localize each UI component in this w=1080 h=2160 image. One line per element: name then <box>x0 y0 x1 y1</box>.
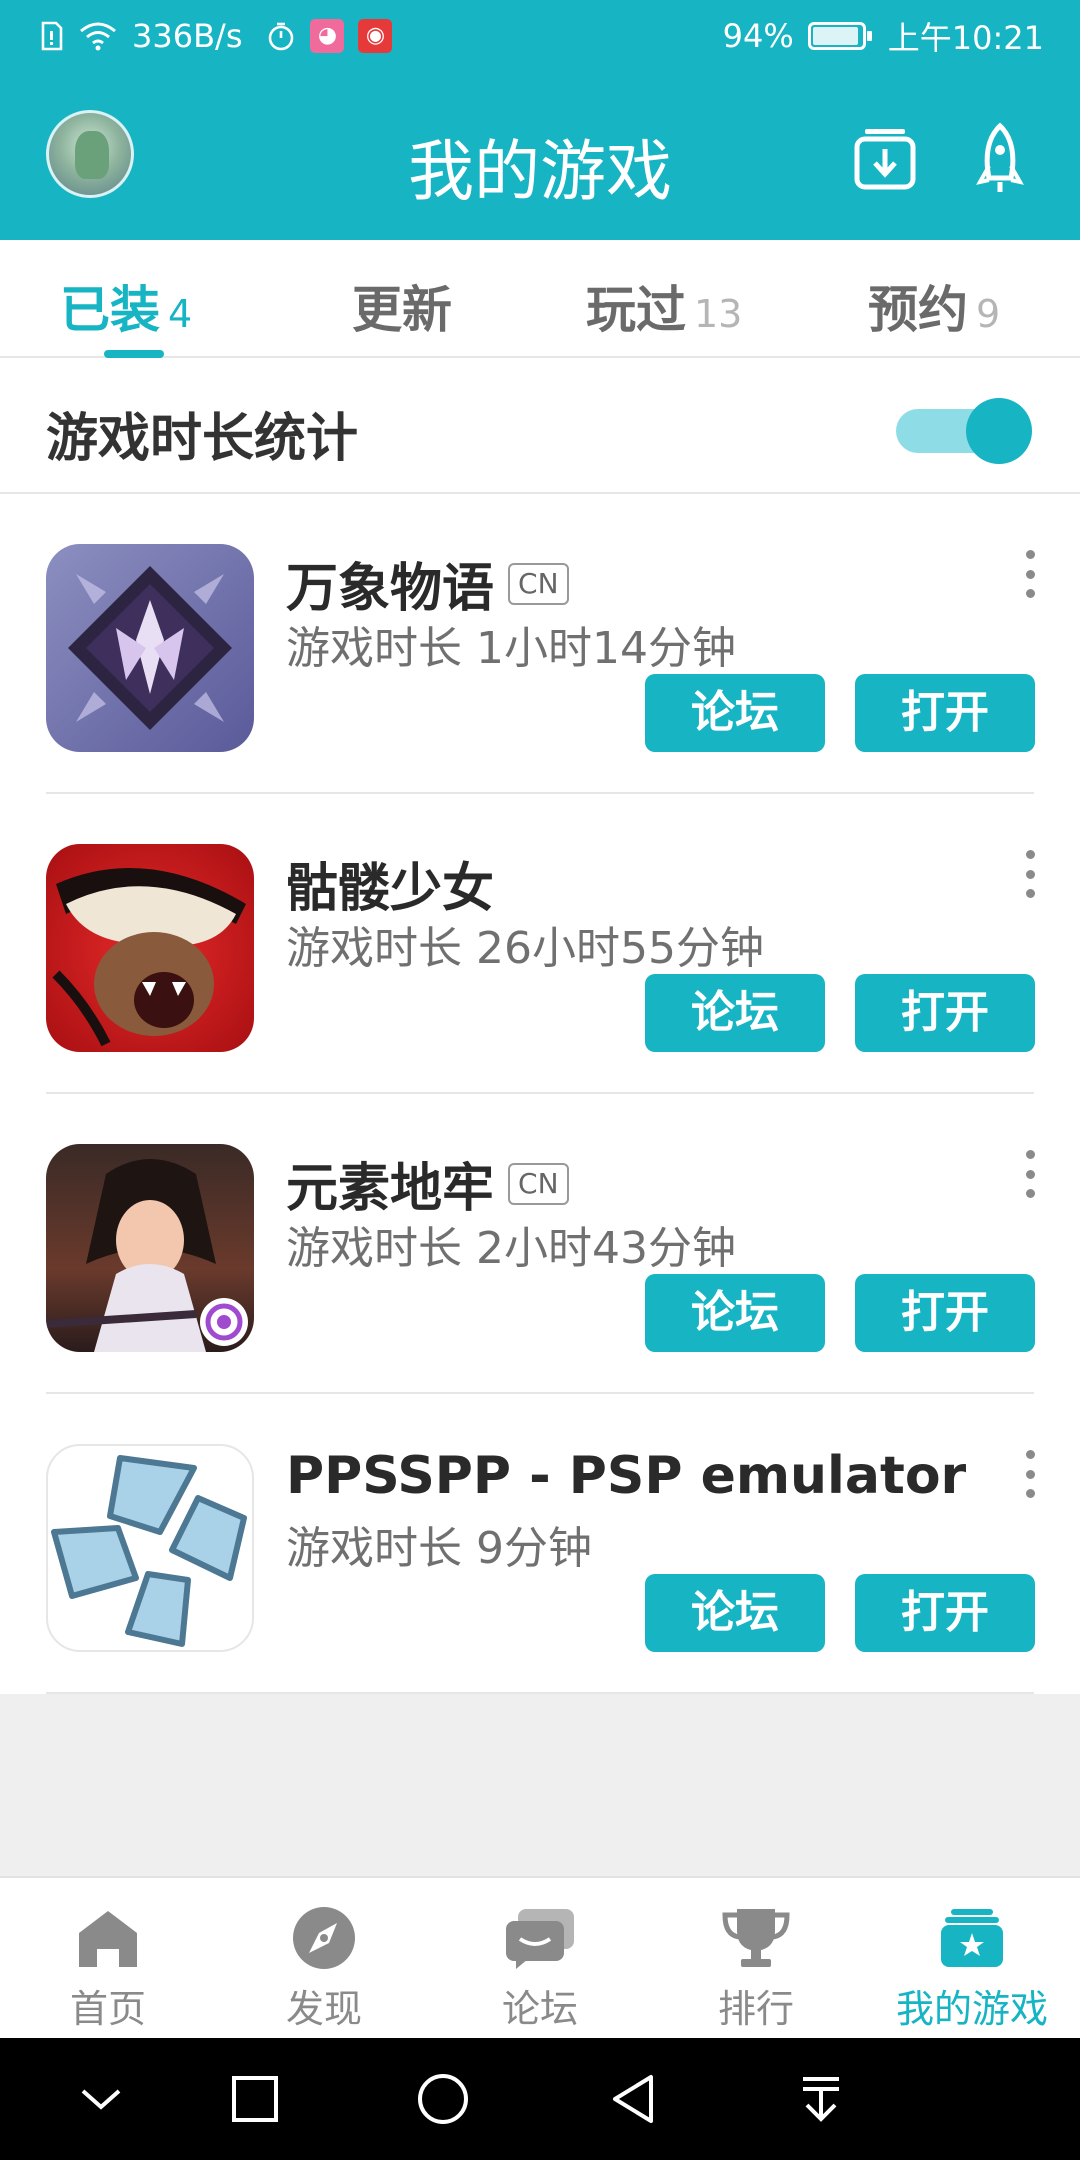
game-name: PPSSPP - PSP emulator <box>286 1446 967 1506</box>
nav-discover[interactable]: 发现 <box>216 1878 432 2040</box>
game-playtime: 游戏时长 2小时43分钟 <box>286 1223 736 1274</box>
game-title: 骷髅少女 <box>286 846 494 921</box>
download-button[interactable] <box>850 120 920 196</box>
my-games-icon <box>936 1904 1008 1972</box>
tab-count: 9 <box>976 292 1001 336</box>
more-options-icon[interactable] <box>1010 1144 1050 1204</box>
tab-label: 预约 <box>868 281 968 339</box>
collapse-icon[interactable] <box>68 2068 134 2130</box>
bottom-nav: 首页 发现 论坛 排行 我的游戏 <box>0 1876 1080 2038</box>
home-icon <box>72 1904 144 1972</box>
nav-label: 我的游戏 <box>895 1987 1048 2031</box>
battery-icon <box>807 22 872 50</box>
wifi-icon <box>78 21 118 51</box>
tab-installed[interactable]: 已装 4 <box>60 270 192 342</box>
tab-count: 4 <box>168 292 193 336</box>
list-item[interactable]: PPSSPP - PSP emulator 游戏时长 9分钟 论坛 打开 <box>0 1394 1080 1694</box>
ppsspp-icon[interactable] <box>46 1444 254 1652</box>
game-name: 骷髅少女 <box>286 859 495 919</box>
list-item[interactable]: 万象物语 CN 游戏时长 1小时14分钟 论坛 打开 <box>0 494 1080 794</box>
tab-reserved[interactable]: 预约 9 <box>868 270 1000 342</box>
tab-updates[interactable]: 更新 <box>352 270 452 342</box>
nav-my-games[interactable]: 我的游戏 <box>864 1878 1080 2040</box>
battery-percent: 94% <box>722 17 794 55</box>
music-app-icon: ◉ <box>358 19 393 53</box>
playtime-stats-row: 游戏时长统计 <box>0 358 1080 494</box>
list-item[interactable]: 骷髅少女 游戏时长 26小时55分钟 论坛 打开 <box>0 794 1080 1094</box>
rocket-button[interactable] <box>965 120 1035 196</box>
game-name: 万象物语 <box>286 559 495 619</box>
nav-label: 论坛 <box>501 1987 578 2031</box>
open-button[interactable]: 打开 <box>855 974 1035 1052</box>
playtime-stats-toggle[interactable] <box>896 398 1032 464</box>
region-badge: CN <box>508 1162 569 1205</box>
tab-label: 已装 <box>60 281 160 339</box>
clock: 上午10:21 <box>887 19 1044 57</box>
tab-count: 13 <box>694 292 743 336</box>
playtime-stats-label: 游戏时长统计 <box>46 409 359 469</box>
more-options-icon[interactable] <box>1010 544 1050 604</box>
nav-ranking[interactable]: 排行 <box>648 1878 864 2040</box>
status-bar: 336B/s ◕ ◉ 94% 上午10:21 <box>0 0 1080 72</box>
nav-home[interactable]: 首页 <box>0 1878 216 2040</box>
elemental-dungeon-icon[interactable] <box>46 1144 254 1352</box>
tab-indicator <box>104 350 164 358</box>
app-header: 我的游戏 <box>0 72 1080 240</box>
toggle-knob <box>966 398 1032 464</box>
system-nav-bar <box>0 2038 1080 2160</box>
tab-label: 更新 <box>352 281 452 339</box>
game-playtime: 游戏时长 9分钟 <box>286 1523 592 1574</box>
open-button[interactable]: 打开 <box>855 674 1035 752</box>
download-icon <box>854 129 916 190</box>
game-title: 万象物语 CN <box>286 546 569 621</box>
nav-label: 发现 <box>285 1987 362 2031</box>
recents-icon[interactable] <box>222 2068 288 2130</box>
trophy-icon <box>720 1904 792 1972</box>
open-button[interactable]: 打开 <box>855 1274 1035 1352</box>
skullgirls-icon[interactable] <box>46 844 254 1052</box>
open-button[interactable]: 打开 <box>855 1574 1035 1652</box>
cat-app-icon: ◕ <box>310 19 345 53</box>
timer-icon <box>266 21 296 51</box>
back-icon[interactable] <box>600 2068 666 2130</box>
pull-down-icon[interactable] <box>788 2068 854 2130</box>
list-item[interactable]: 元素地牢 CN 游戏时长 2小时43分钟 论坛 打开 <box>0 1094 1080 1394</box>
tab-label: 玩过 <box>586 281 686 339</box>
forum-button[interactable]: 论坛 <box>645 674 825 752</box>
forum-button[interactable]: 论坛 <box>645 1574 825 1652</box>
tab-bar: 已装 4 更新 玩过 13 预约 9 <box>0 240 1080 358</box>
game-title: PPSSPP - PSP emulator <box>286 1446 966 1506</box>
divider <box>46 1692 1034 1694</box>
sim-icon <box>40 21 64 51</box>
rocket-icon <box>976 122 1024 192</box>
nav-forum[interactable]: 论坛 <box>432 1878 648 2040</box>
compass-icon <box>288 1904 360 1972</box>
more-options-icon[interactable] <box>1010 1444 1050 1504</box>
game-playtime: 游戏时长 26小时55分钟 <box>286 923 764 974</box>
nav-label: 首页 <box>69 1987 146 2031</box>
sdorica-icon[interactable] <box>46 544 254 752</box>
region-badge: CN <box>508 562 569 605</box>
game-name: 元素地牢 <box>286 1159 495 1219</box>
game-playtime: 游戏时长 1小时14分钟 <box>286 623 736 674</box>
game-title: 元素地牢 CN <box>286 1146 569 1221</box>
tab-played[interactable]: 玩过 13 <box>586 270 742 342</box>
forum-button[interactable]: 论坛 <box>645 974 825 1052</box>
forum-icon <box>504 1904 576 1972</box>
forum-button[interactable]: 论坛 <box>645 1274 825 1352</box>
network-speed: 336B/s <box>132 17 243 55</box>
game-list: 万象物语 CN 游戏时长 1小时14分钟 论坛 打开 骷髅少女 游戏时长 26小… <box>0 494 1080 1694</box>
nav-label: 排行 <box>717 1987 794 2031</box>
home-circle-icon[interactable] <box>410 2068 476 2130</box>
more-options-icon[interactable] <box>1010 844 1050 904</box>
